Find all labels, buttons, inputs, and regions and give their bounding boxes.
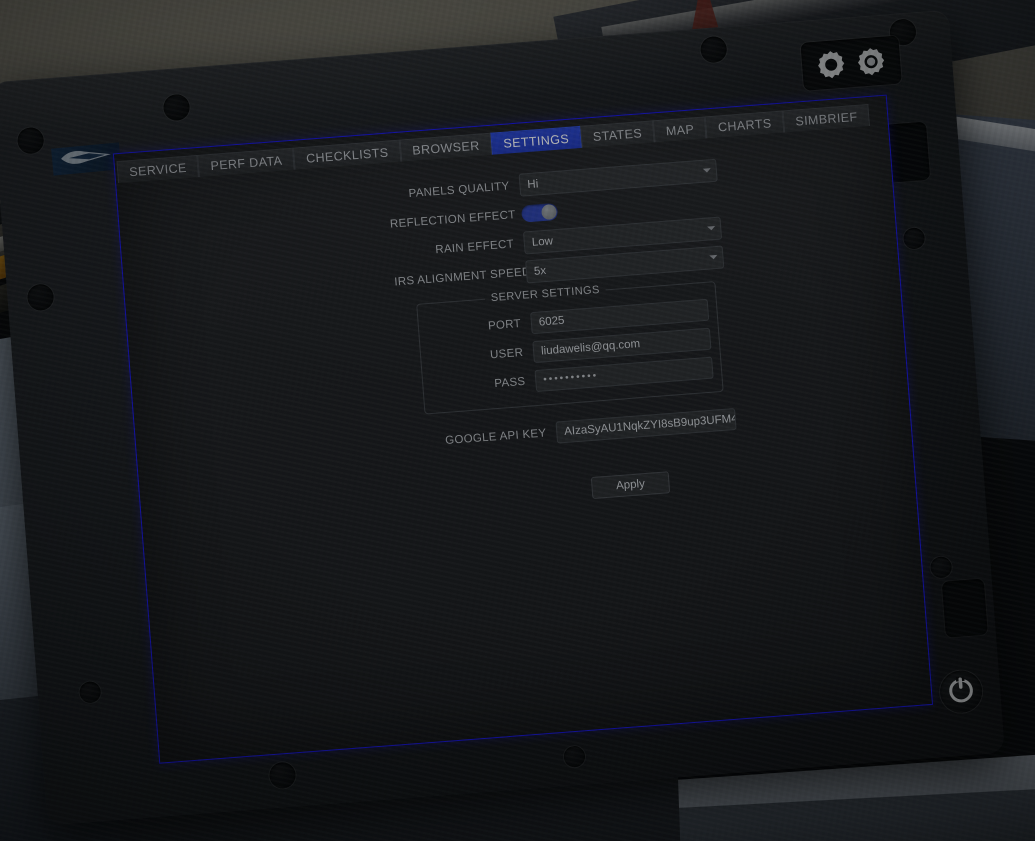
rain-effect-label: RAIN EFFECT <box>434 237 515 256</box>
tab-label: SERVICE <box>128 160 188 179</box>
settings-form: PANELS QUALITY Hi REFLECTION EFFECT RAIN… <box>387 157 741 513</box>
power-icon <box>945 673 978 710</box>
apply-button-wrapper: Apply <box>410 466 741 513</box>
toggle-knob <box>541 203 558 221</box>
bezel-recess <box>941 578 988 638</box>
apply-button-label: Apply <box>615 478 646 493</box>
tab-browser[interactable]: BROWSER <box>399 132 493 162</box>
pass-value: •••••••••• <box>542 370 599 386</box>
tab-label: STATES <box>592 125 643 144</box>
efb-screen: SERVICE PERF DATA CHECKLISTS BROWSER SET… <box>112 94 934 764</box>
tab-label: MAP <box>665 121 695 138</box>
panels-quality-value: Hi <box>526 177 539 191</box>
tab-perf-data[interactable]: PERF DATA <box>197 147 295 177</box>
gear-icon-hollow[interactable] <box>815 49 847 81</box>
tab-service[interactable]: SERVICE <box>116 155 200 184</box>
port-label: PORT <box>487 317 522 332</box>
user-value: liudawelis@qq.com <box>540 337 641 358</box>
google-api-key-label: GOOGLE API KEY <box>444 426 547 447</box>
tab-label: SIMBRIEF <box>794 109 858 129</box>
tab-checklists[interactable]: CHECKLISTS <box>293 139 402 170</box>
user-label: USER <box>489 346 524 361</box>
tab-charts[interactable]: CHARTS <box>705 110 785 139</box>
hardware-knob-plate <box>800 35 902 91</box>
irs-alignment-speed-label: IRS ALIGNMENT SPEED <box>393 265 531 288</box>
gear-icon-filled[interactable] <box>855 46 887 78</box>
irs-alignment-speed-value: 5x <box>533 264 547 278</box>
tab-label: BROWSER <box>411 138 481 158</box>
tab-simbrief[interactable]: SIMBRIEF <box>782 103 871 133</box>
chevron-down-icon <box>707 225 716 231</box>
tab-settings[interactable]: SETTINGS <box>490 125 582 155</box>
tab-label: CHARTS <box>717 115 772 134</box>
aircraft-logo-icon <box>58 145 114 173</box>
panels-quality-label: PANELS QUALITY <box>408 179 510 200</box>
screenshot-root: SERVICE PERF DATA CHECKLISTS BROWSER SET… <box>0 0 1035 841</box>
chevron-down-icon <box>702 168 712 173</box>
google-api-key-value: AIzaSyAU1NqkZYI8sB9up3UFM4s <box>563 411 737 438</box>
reflection-effect-toggle[interactable] <box>520 202 559 223</box>
tab-label: SETTINGS <box>502 131 570 151</box>
tab-label: CHECKLISTS <box>305 145 389 166</box>
tab-map[interactable]: MAP <box>653 116 707 143</box>
tab-label: PERF DATA <box>209 153 283 173</box>
chevron-down-icon <box>709 254 718 260</box>
rain-effect-value: Low <box>531 234 554 249</box>
tab-states[interactable]: STATES <box>580 120 655 148</box>
reflection-effect-label: REFLECTION EFFECT <box>389 208 516 231</box>
server-settings-group: SERVER SETTINGS PORT 6025 USER liudaweli… <box>416 281 724 415</box>
google-api-key-input[interactable]: AIzaSyAU1NqkZYI8sB9up3UFM4s <box>555 407 737 444</box>
efb-tablet-device: SERVICE PERF DATA CHECKLISTS BROWSER SET… <box>0 9 1005 826</box>
pass-label: PASS <box>493 375 526 390</box>
port-value: 6025 <box>538 314 565 329</box>
google-api-key-row: GOOGLE API KEY AIzaSyAU1NqkZYI8sB9up3UFM… <box>406 405 737 457</box>
apply-button[interactable]: Apply <box>590 471 671 500</box>
